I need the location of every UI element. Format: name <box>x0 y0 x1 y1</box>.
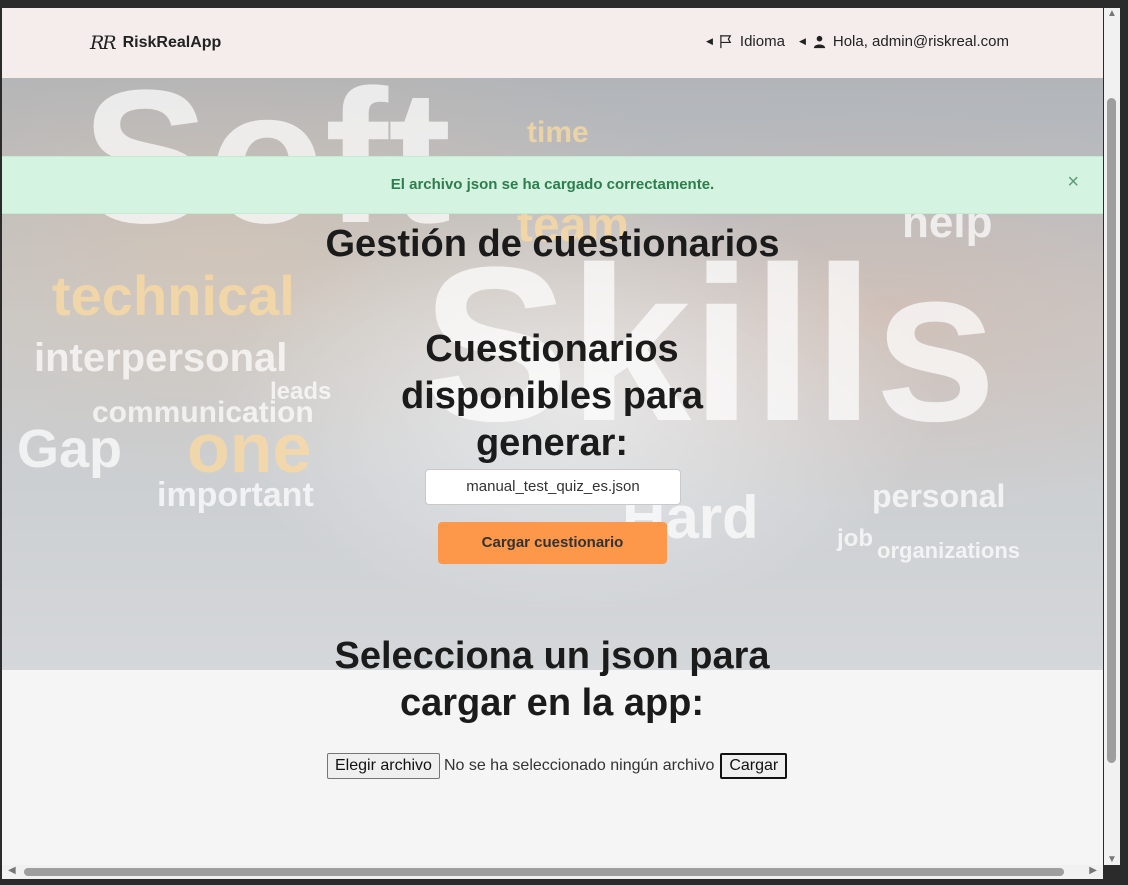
alert-message: El archivo json se ha cargado correctame… <box>390 176 715 193</box>
page-title: Gestión de cuestionarios <box>325 223 780 265</box>
caret-left-icon: ◀ <box>798 36 806 46</box>
choose-file-button[interactable]: Elegir archivo <box>327 753 440 779</box>
vertical-scrollbar[interactable]: ▲ ▼ <box>1104 8 1120 865</box>
brand-logo: RR <box>90 32 117 54</box>
select-json-heading: Selecciona un json para cargar en la app… <box>334 635 770 724</box>
horizontal-scroll-thumb[interactable] <box>24 868 1064 876</box>
no-file-text: No se ha seleccionado ningún archivo <box>443 757 715 774</box>
language-label: Idioma <box>739 33 785 50</box>
horizontal-scrollbar[interactable]: ◀ ▶ <box>2 865 1103 879</box>
browser-viewport: Soft Skills technical interpersonal comm… <box>2 8 1103 865</box>
nav-right: ◀ Idioma ◀ Hola, admin@riskreal.com <box>706 33 1009 50</box>
upload-button[interactable]: Cargar <box>720 753 788 779</box>
available-quizzes-heading: Cuestionarios disponibles para generar: <box>401 328 703 464</box>
vertical-scroll-thumb[interactable] <box>1107 98 1116 763</box>
quiz-select[interactable]: manual_test_quiz_es.json <box>425 469 681 505</box>
user-icon <box>813 35 825 49</box>
top-navbar: RR RiskRealApp ◀ Idioma ◀ Hola, admin@ri… <box>2 8 1103 78</box>
scroll-down-icon[interactable]: ▼ <box>1107 854 1117 865</box>
scroll-right-icon[interactable]: ▶ <box>1089 865 1097 876</box>
caret-left-icon: ◀ <box>706 36 713 46</box>
scroll-left-icon[interactable]: ◀ <box>8 865 16 876</box>
language-dropdown[interactable]: ◀ Idioma <box>706 33 785 50</box>
file-upload-row: Elegir archivo No se ha seleccionado nin… <box>327 753 788 779</box>
success-alert: El archivo json se ha cargado correctame… <box>2 156 1103 214</box>
load-quiz-button[interactable]: Cargar cuestionario <box>438 522 667 564</box>
user-dropdown[interactable]: ◀ Hola, admin@riskreal.com <box>799 33 1009 50</box>
brand[interactable]: RR RiskRealApp <box>90 32 221 54</box>
brand-name: RiskRealApp <box>122 34 222 51</box>
flag-icon <box>720 34 732 49</box>
scroll-up-icon[interactable]: ▲ <box>1107 8 1117 19</box>
close-icon[interactable]: × <box>1067 171 1079 194</box>
user-greeting: Hola, admin@riskreal.com <box>832 33 1009 50</box>
